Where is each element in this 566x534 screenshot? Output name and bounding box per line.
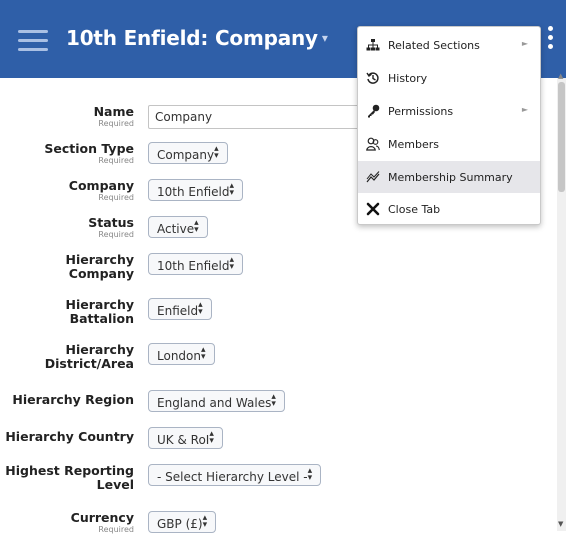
hierarchy-district-select[interactable]: London▴ ▾	[148, 343, 215, 365]
submenu-arrow-icon: ►	[521, 105, 528, 114]
hierarchy-region-select[interactable]: England and Wales▴ ▾	[148, 390, 285, 412]
hierarchy-company-label: Hierarchy Company	[65, 252, 134, 281]
chart-line-icon	[366, 171, 380, 183]
select-arrows-icon: ▴ ▾	[209, 429, 214, 446]
menu-item-membership-summary[interactable]: Membership Summary	[358, 161, 540, 193]
select-arrows-icon: ▴ ▾	[198, 300, 203, 317]
page-title-text: 10th Enfield: Company	[66, 26, 318, 50]
currency-select[interactable]: GBP (£)▴ ▾	[148, 511, 217, 533]
context-menu: Related Sections ► History Permissions ►…	[357, 26, 541, 225]
submenu-arrow-icon: ►	[521, 39, 528, 48]
title-dropdown-icon[interactable]: ▾	[322, 31, 328, 45]
name-label: Name Required	[93, 104, 134, 129]
select-arrows-icon: ▴ ▾	[201, 345, 206, 362]
status-select[interactable]: Active▴ ▾	[148, 216, 208, 238]
menu-item-members[interactable]: Members	[358, 128, 540, 160]
status-label: Status Required	[88, 215, 134, 240]
key-icon	[368, 104, 380, 118]
hamburger-icon[interactable]	[18, 30, 48, 52]
company-label: Company Required	[68, 178, 134, 203]
history-icon	[366, 72, 379, 84]
hierarchy-region-label: Hierarchy Region	[12, 392, 134, 407]
select-arrows-icon: ▴ ▾	[271, 392, 276, 409]
select-arrows-icon: ▴ ▾	[214, 144, 219, 161]
page-title[interactable]: 10th Enfield: Company ▾	[66, 26, 328, 50]
menu-item-related-sections[interactable]: Related Sections ►	[358, 29, 540, 61]
hierarchy-district-label: Hierarchy District/Area	[44, 342, 134, 371]
kebab-icon[interactable]	[544, 26, 556, 54]
scrollbar-thumb[interactable]	[558, 82, 565, 192]
select-arrows-icon: ▴ ▾	[229, 255, 235, 272]
sitemap-icon	[366, 39, 380, 51]
company-select[interactable]: 10th Enfield▴ ▾	[148, 179, 244, 201]
section-type-select[interactable]: Company▴ ▾	[148, 142, 228, 164]
hierarchy-battalion-label: Hierarchy Battalion	[65, 297, 134, 326]
section-type-label: Section Type Required	[44, 141, 134, 166]
hierarchy-country-select[interactable]: UK & RoI▴ ▾	[148, 427, 223, 449]
scroll-up-icon[interactable]: ▲	[558, 72, 563, 80]
select-arrows-icon: ▴ ▾	[307, 466, 313, 483]
select-arrows-icon: ▴ ▾	[194, 218, 199, 235]
scroll-down-icon[interactable]: ▼	[558, 520, 563, 528]
hierarchy-battalion-select[interactable]: Enfield▴ ▾	[148, 298, 212, 320]
select-arrows-icon: ▴ ▾	[202, 513, 208, 530]
members-icon	[366, 137, 380, 151]
highest-reporting-label: Highest Reporting Level	[5, 463, 134, 492]
select-arrows-icon: ▴ ▾	[229, 181, 235, 198]
hierarchy-company-select[interactable]: 10th Enfield▴ ▾	[148, 253, 244, 275]
menu-item-permissions[interactable]: Permissions ►	[358, 95, 540, 127]
hierarchy-country-label: Hierarchy Country	[5, 429, 134, 444]
menu-item-history[interactable]: History	[358, 62, 540, 94]
close-icon	[366, 202, 380, 216]
highest-reporting-select[interactable]: - Select Hierarchy Level -▴ ▾	[148, 464, 322, 486]
name-input[interactable]	[148, 105, 388, 129]
menu-item-close-tab[interactable]: Close Tab	[358, 193, 540, 225]
